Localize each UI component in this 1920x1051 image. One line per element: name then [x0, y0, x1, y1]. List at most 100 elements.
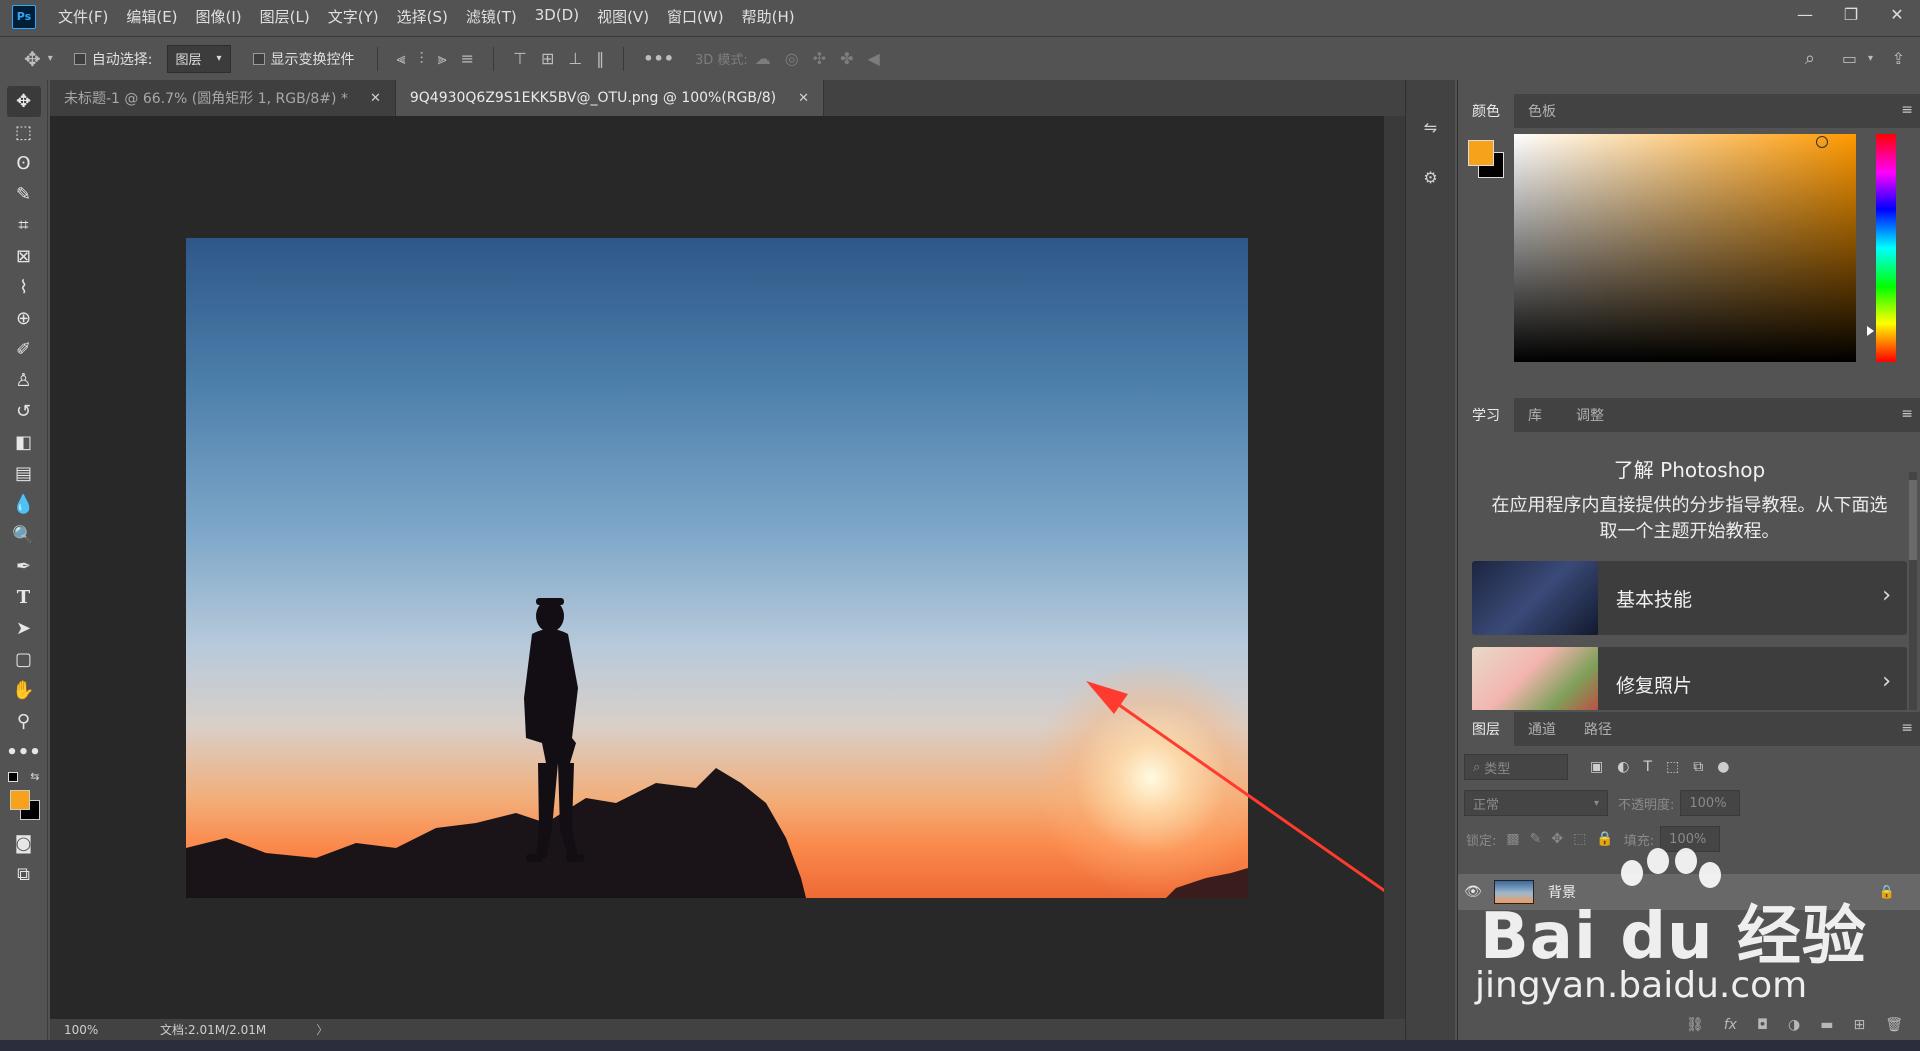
- panel-menu-icon[interactable]: ≡: [1901, 102, 1913, 118]
- eyedropper-tool-icon[interactable]: ⌇: [7, 272, 41, 303]
- tab-paths[interactable]: 路径: [1570, 712, 1626, 746]
- blend-mode-dropdown[interactable]: 正常 ▾: [1464, 790, 1608, 816]
- shape-filter-icon[interactable]: ⬚: [1666, 759, 1679, 775]
- panel-menu-icon[interactable]: ≡: [1901, 406, 1913, 422]
- edit-toolbar-icon[interactable]: •••: [6, 737, 41, 768]
- saturation-value-field[interactable]: [1514, 134, 1856, 362]
- 3d-roll-icon[interactable]: ◎: [785, 49, 799, 68]
- foreground-color-swatch[interactable]: [1468, 140, 1494, 166]
- tab-swatches[interactable]: 色板: [1514, 94, 1570, 128]
- menu-window[interactable]: 窗口(W): [667, 6, 724, 27]
- align-top-icon[interactable]: ⊤: [513, 49, 527, 68]
- zoom-tool-icon[interactable]: ⚲: [7, 706, 41, 737]
- hue-marker[interactable]: [1867, 326, 1874, 336]
- healing-brush-tool-icon[interactable]: ⊕: [7, 303, 41, 334]
- opacity-input[interactable]: 100%: [1680, 790, 1741, 816]
- auto-select-checkbox[interactable]: [73, 52, 86, 65]
- menu-image[interactable]: 图像(I): [196, 6, 242, 27]
- history-brush-tool-icon[interactable]: ↺: [7, 396, 41, 427]
- menu-layer[interactable]: 图层(L): [260, 6, 310, 27]
- color-cursor[interactable]: [1816, 136, 1828, 148]
- tab-channels[interactable]: 通道: [1514, 712, 1570, 746]
- tab-color[interactable]: 颜色: [1458, 94, 1514, 128]
- menu-type[interactable]: 文字(Y): [328, 6, 379, 27]
- layer-style-icon[interactable]: fx: [1724, 1017, 1737, 1033]
- menu-help[interactable]: 帮助(H): [742, 6, 795, 27]
- learn-scrollbar[interactable]: [1909, 472, 1917, 710]
- distribute-icon[interactable]: ≡: [461, 49, 474, 68]
- close-window-icon[interactable]: ✕: [1874, 0, 1920, 28]
- tab-untitled-1[interactable]: 未标题-1 @ 66.7% (圆角矩形 1, RGB/8#) * ✕: [50, 80, 396, 116]
- quick-select-tool-icon[interactable]: ✎: [7, 179, 41, 210]
- tab-adjustments[interactable]: 调整: [1562, 398, 1618, 432]
- adjustment-filter-icon[interactable]: ◐: [1617, 759, 1629, 775]
- scrollbar-thumb[interactable]: [1909, 480, 1917, 560]
- search-icon[interactable]: ⌕: [1805, 48, 1815, 69]
- tab-active-image[interactable]: 9Q4930Q6Z9S1EKK5BV@_OTU.png @ 100%(RGB/8…: [395, 80, 824, 116]
- document-image[interactable]: [186, 238, 1248, 898]
- 3d-slide-icon[interactable]: ✤: [840, 49, 853, 68]
- menu-filter[interactable]: 滤镜(T): [466, 6, 517, 27]
- menu-file[interactable]: 文件(F): [58, 6, 108, 27]
- vertical-scrollbar[interactable]: [1384, 116, 1405, 1019]
- align-right-icon[interactable]: ⫸: [438, 49, 447, 69]
- auto-select-target-dropdown[interactable]: 图层 ▾: [166, 44, 231, 73]
- tab-layers[interactable]: 图层: [1458, 712, 1514, 746]
- align-bottom-icon[interactable]: ⊥: [568, 49, 582, 68]
- align-middle-icon[interactable]: ⊞: [541, 49, 554, 68]
- chevron-down-icon[interactable]: ▾: [48, 53, 53, 64]
- menu-view[interactable]: 视图(V): [597, 6, 649, 27]
- type-tool-icon[interactable]: T: [7, 582, 41, 613]
- default-colors-icon[interactable]: [7, 772, 18, 782]
- tab-libraries[interactable]: 库: [1514, 398, 1556, 432]
- share-icon[interactable]: ⇪: [1892, 49, 1905, 68]
- filter-toggle-icon[interactable]: ●: [1717, 759, 1729, 775]
- eraser-tool-icon[interactable]: ◧: [7, 427, 41, 458]
- canvas-area[interactable]: [50, 116, 1384, 1019]
- quick-mask-icon[interactable]: ◙: [7, 828, 41, 859]
- zoom-level[interactable]: 100%: [50, 1023, 110, 1037]
- type-filter-icon[interactable]: T: [1643, 759, 1652, 775]
- new-layer-icon[interactable]: ⊞: [1853, 1017, 1865, 1033]
- new-group-icon[interactable]: ▬: [1820, 1017, 1833, 1033]
- tab-learn[interactable]: 学习: [1458, 398, 1514, 432]
- layer-filter-kind[interactable]: ⌕ 类型: [1464, 754, 1568, 780]
- learn-card-basic-skills[interactable]: 基本技能 ›: [1472, 561, 1907, 635]
- brush-tool-icon[interactable]: ✐: [7, 334, 41, 365]
- status-menu-arrow-icon[interactable]: 〉: [316, 1021, 328, 1038]
- move-tool-icon[interactable]: ✥: [24, 47, 41, 71]
- 3d-pan-icon[interactable]: ✣: [813, 49, 826, 68]
- close-icon[interactable]: ✕: [370, 91, 381, 106]
- foreground-color-swatch[interactable]: [9, 790, 30, 810]
- frame-tool-icon[interactable]: ⊠: [7, 241, 41, 272]
- hue-slider[interactable]: [1876, 134, 1896, 362]
- menu-3d[interactable]: 3D(D): [535, 6, 579, 27]
- link-layers-icon[interactable]: ⛓: [1686, 1017, 1704, 1033]
- minimize-icon[interactable]: —: [1782, 0, 1828, 28]
- align-left-icon[interactable]: ⫷: [397, 49, 406, 69]
- move-tool-icon[interactable]: ✥: [6, 86, 41, 117]
- screen-mode-icon[interactable]: ⧉: [7, 859, 41, 890]
- lasso-tool-icon[interactable]: ʘ: [7, 148, 41, 179]
- crop-tool-icon[interactable]: ⌗: [7, 210, 41, 241]
- menu-select[interactable]: 选择(S): [397, 6, 448, 27]
- show-transform-checkbox[interactable]: [252, 52, 265, 65]
- menu-edit[interactable]: 编辑(E): [126, 6, 177, 27]
- smart-object-filter-icon[interactable]: ⧉: [1693, 759, 1703, 775]
- marquee-tool-icon[interactable]: ⬚: [7, 117, 41, 148]
- learn-card-fix-photos[interactable]: 修复照片 ›: [1472, 647, 1907, 710]
- delete-layer-icon[interactable]: 🗑: [1885, 1017, 1903, 1033]
- dodge-tool-icon[interactable]: 🔍: [7, 520, 41, 551]
- more-options-icon[interactable]: •••: [643, 49, 674, 68]
- panel-menu-icon[interactable]: ≡: [1901, 720, 1913, 736]
- adjustment-layer-icon[interactable]: ◑: [1788, 1017, 1800, 1033]
- pixel-filter-icon[interactable]: ▣: [1590, 759, 1603, 775]
- add-mask-icon[interactable]: ◘: [1757, 1017, 1768, 1033]
- blur-tool-icon[interactable]: 💧: [7, 489, 41, 520]
- 3d-scale-icon[interactable]: ◀: [868, 49, 880, 68]
- align-center-icon[interactable]: ⫶: [420, 49, 424, 69]
- workspace-icon[interactable]: ▭: [1842, 49, 1857, 68]
- clone-stamp-tool-icon[interactable]: ♙: [7, 365, 41, 396]
- gradient-tool-icon[interactable]: ▤: [7, 458, 41, 489]
- shape-tool-icon[interactable]: ▢: [7, 644, 41, 675]
